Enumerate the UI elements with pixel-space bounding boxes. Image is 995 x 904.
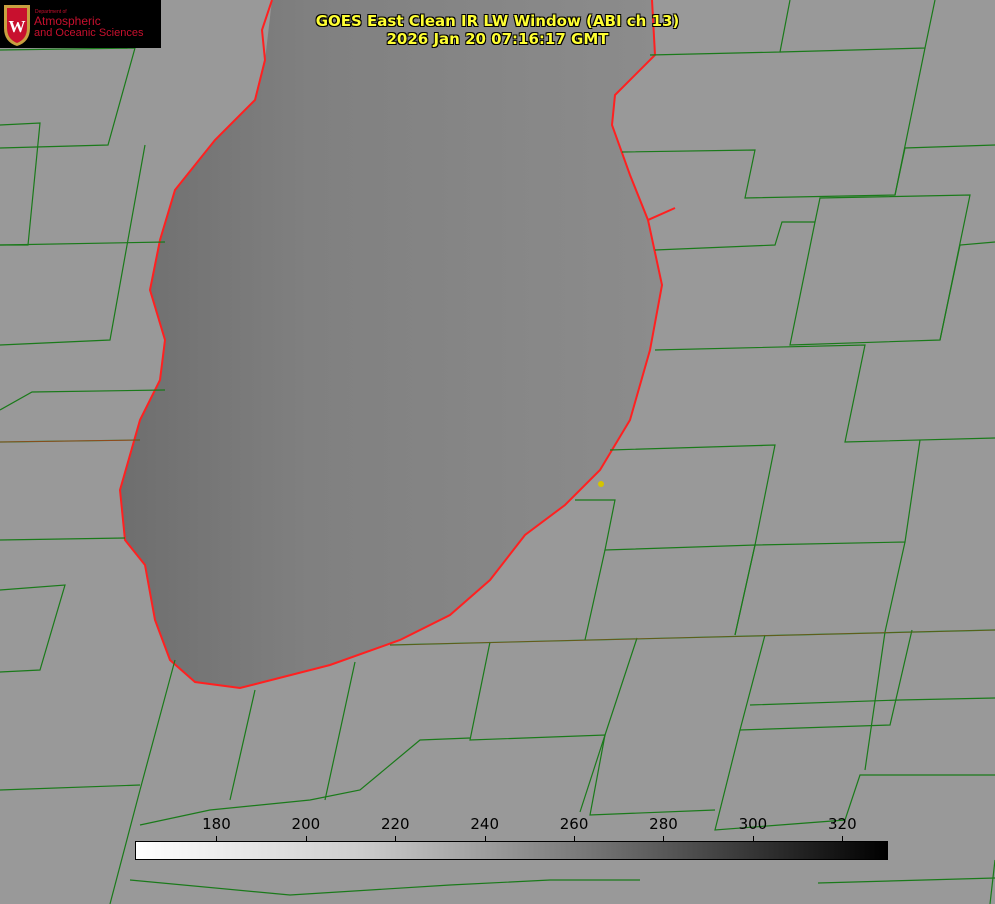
location-marker [598,481,604,487]
colorbar-tick-label: 220 [380,815,410,833]
colorbar-tick-label: 240 [470,815,499,833]
colorbar-tick-mark [752,836,754,841]
colorbar-tick-mark [842,836,844,841]
colorbar-tick-mark [663,836,665,841]
colorbar-tick-mark [216,836,218,841]
colorbar-tick-label: 320 [827,815,857,833]
lake [120,0,662,688]
image-title: GOES East Clean IR LW Window (ABI ch 13) [315,12,680,30]
colorbar-tick-mark [484,836,486,841]
colorbar-tick-label: 280 [649,815,678,833]
colorbar-tick-label: 180 [202,815,231,833]
colorbar-tick-label: 300 [738,815,768,833]
map-canvas [0,0,995,904]
colorbar-tick-mark [574,836,576,841]
colorbar-tick-label: 200 [291,815,321,833]
colorbar-tick-mark [395,836,397,841]
image-timestamp: 2026 Jan 20 07:16:17 GMT [386,30,609,48]
colorbar-tick-mark [305,836,307,841]
colorbar-tick-label: 260 [559,815,589,833]
colorbar [135,841,888,860]
satellite-image: W Department of Atmospheric and Oceanic … [0,0,995,904]
